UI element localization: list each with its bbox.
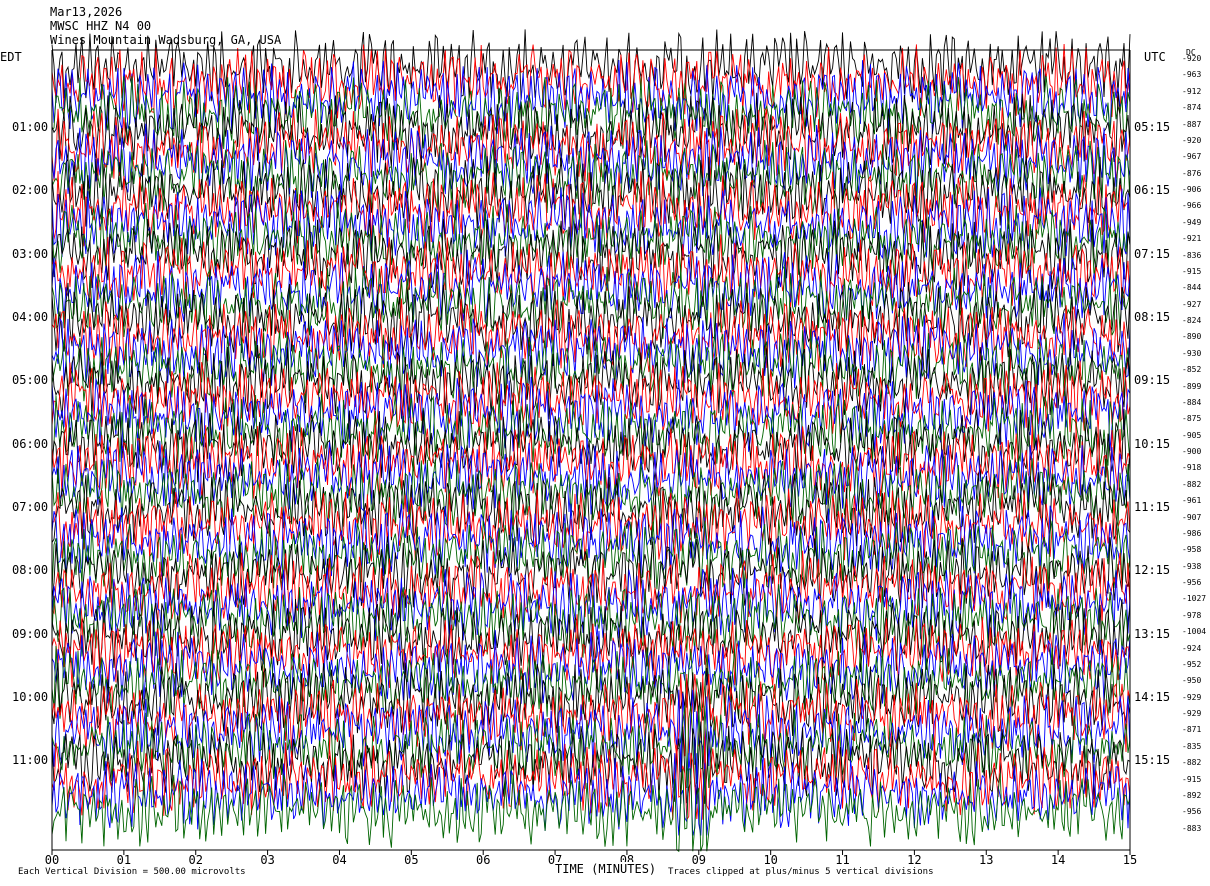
location-label: Wines Mountain Wadsburg, GA, USA — [50, 33, 282, 47]
dc-offset-label: -924 — [1182, 643, 1202, 653]
dc-offset-label: -918 — [1182, 463, 1202, 473]
dc-offset-label: -978 — [1182, 610, 1202, 620]
dc-offset-label: -929 — [1182, 692, 1202, 702]
station-label: MWSC HHZ N4 00 — [50, 19, 152, 33]
seismic-traces — [51, 29, 1131, 853]
dc-offset-label: -844 — [1182, 283, 1202, 293]
dc-offset-label: -927 — [1182, 299, 1202, 309]
edt-time-label: 03:00 — [12, 246, 49, 261]
utc-time-label: 14:15 — [1134, 690, 1171, 704]
utc-label: UTC — [1144, 50, 1166, 64]
dc-offset-label: -920 — [1182, 135, 1202, 145]
dc-offset-label: -882 — [1182, 758, 1202, 768]
dc-offset-label: -958 — [1182, 545, 1202, 555]
dc-offset-label: -1027 — [1182, 594, 1207, 604]
x-tick-label: 05 — [404, 853, 418, 867]
dc-offset-label: -884 — [1182, 397, 1202, 407]
dc-offset-label: -961 — [1182, 496, 1202, 506]
edt-time-label: 01:00 — [12, 120, 49, 134]
edt-time-label: 07:00 — [12, 500, 49, 514]
dc-offset-label: -986 — [1182, 528, 1202, 538]
trace-line — [51, 123, 1131, 198]
utc-time-label: 13:15 — [1134, 626, 1171, 641]
dc-offset-label: -875 — [1182, 414, 1202, 424]
x-tick-label: 06 — [476, 853, 490, 867]
x-tick-label: 09 — [692, 853, 706, 867]
dc-offset-label: -900 — [1182, 447, 1202, 456]
dc-offset-label: -930 — [1182, 348, 1202, 358]
dc-offset-label: -929 — [1182, 709, 1202, 718]
dc-offset-label: -905 — [1182, 430, 1202, 440]
utc-time-label: 07:15 — [1134, 246, 1171, 261]
edt-label: EDT — [0, 50, 22, 64]
dc-offset-label: -882 — [1182, 479, 1202, 489]
dc-offset-label: -906 — [1182, 185, 1202, 194]
dc-offset-label: -956 — [1182, 578, 1202, 587]
x-tick-label: 02 — [189, 853, 203, 867]
dc-offset-label: -915 — [1182, 774, 1202, 784]
dc-offset-label: -899 — [1182, 381, 1202, 391]
utc-time-label: 12:15 — [1134, 563, 1171, 578]
dc-offset-label: -949 — [1182, 217, 1202, 227]
edt-time-label: 11:00 — [12, 753, 49, 768]
utc-time-label: 10:15 — [1134, 436, 1171, 451]
helicorder-plot: 00 01 02 03 04 05 06 07 08 09 10 11 12 13 14 15 — [45, 29, 1137, 867]
dc-offset-label: -966 — [1182, 201, 1202, 211]
dc-offset-label: -883 — [1182, 823, 1202, 833]
edt-time-label: 02:00 — [12, 183, 49, 198]
x-tick-label: 13 — [979, 853, 993, 867]
dc-offset-label: -907 — [1182, 512, 1202, 522]
dc-offset-label: -876 — [1182, 168, 1202, 178]
dc-offset-label: -921 — [1182, 234, 1202, 244]
edt-time-label: 08:00 — [12, 563, 49, 578]
x-tick-label: 12 — [907, 853, 921, 867]
dc-offset-label: -912 — [1182, 86, 1202, 96]
edt-time-label: 10:00 — [12, 690, 49, 704]
dc-offset-label: -956 — [1182, 807, 1202, 817]
dc-offset-label: -874 — [1182, 103, 1202, 113]
dc-offset-label: -852 — [1182, 365, 1202, 375]
footer-scale-note: Each Vertical Division = 500.00 microvol… — [18, 867, 246, 877]
dc-offset-label: -950 — [1182, 676, 1202, 686]
dc-offset-label: -836 — [1182, 250, 1202, 260]
utc-time-label: 05:15 — [1134, 120, 1171, 134]
date-label: Mar13,2026 — [50, 5, 123, 19]
x-tick-label: 10 — [763, 853, 777, 867]
dc-offset-label: -967 — [1182, 152, 1202, 162]
dc-offset-label: -887 — [1182, 119, 1202, 129]
dc-offset-label: -835 — [1182, 741, 1202, 751]
utc-time-label: 06:15 — [1134, 183, 1171, 198]
x-tick-label: 14 — [1051, 853, 1065, 867]
x-axis-title: TIME (MINUTES) — [555, 862, 657, 876]
dc-offset-label: -892 — [1182, 790, 1202, 800]
edt-time-label: 09:00 — [12, 626, 49, 641]
dc-offset-label: -920 — [1182, 54, 1202, 63]
x-tick-label: 01 — [117, 853, 131, 867]
dc-offset-label: -871 — [1182, 725, 1202, 735]
dc-offset-label: -1004 — [1182, 627, 1207, 637]
edt-time-label: 04:00 — [12, 310, 49, 324]
x-tick-label: 00 — [45, 853, 59, 867]
dc-offset-label: -824 — [1182, 316, 1202, 325]
dc-offset-label: -890 — [1182, 332, 1202, 342]
x-tick-label: 11 — [835, 853, 849, 867]
dc-offset-label: -938 — [1182, 561, 1202, 571]
utc-time-label: 09:15 — [1134, 373, 1171, 388]
utc-time-label: 08:15 — [1134, 310, 1171, 324]
footer-clip-note: Traces clipped at plus/minus 5 vertical … — [668, 867, 934, 877]
x-tick-label: 15 — [1123, 853, 1137, 867]
edt-time-label: 06:00 — [12, 436, 49, 451]
utc-time-label: 15:15 — [1134, 753, 1171, 768]
dc-offset-label: -915 — [1182, 266, 1202, 276]
dc-offset-label: -952 — [1182, 659, 1202, 669]
x-tick-label: 03 — [260, 853, 274, 867]
x-tick-label: 04 — [332, 853, 346, 867]
dc-offset-label: -963 — [1182, 70, 1202, 80]
utc-time-label: 11:15 — [1134, 500, 1171, 514]
edt-time-label: 05:00 — [12, 373, 49, 388]
